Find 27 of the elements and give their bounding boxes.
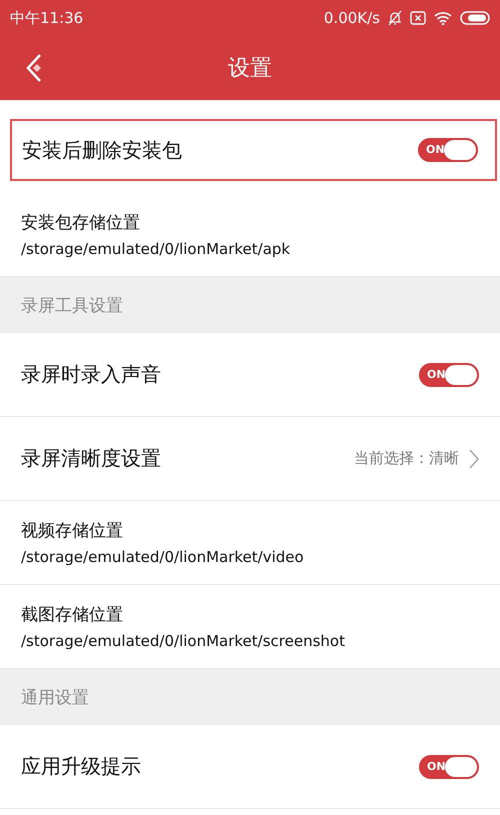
setting-label: 截图存储位置 [21,604,123,626]
toggle-switch[interactable]: ON [419,754,479,778]
wifi-icon [434,11,452,25]
storage-path: /storage/emulated/0/lionMarket/apk [21,240,290,258]
setting-row[interactable]: 录屏清晰度设置 当前选择：清晰 [0,417,500,501]
battery-icon [460,11,490,25]
storage-path: /storage/emulated/0/lionMarket/video [21,548,304,566]
setting-row[interactable]: 视频存储位置 /storage/emulated/0/lionMarket/video [0,501,500,585]
storage-path: /storage/emulated/0/lionMarket/screenshot [21,632,345,650]
setting-label: 录屏时录入声音 [21,361,161,388]
network-speed: 0.00K/s [324,9,380,27]
setting-label: 录屏清晰度设置 [21,445,161,472]
setting-label: 视频存储位置 [21,520,123,542]
current-value: 当前选择：清晰 [354,449,459,468]
chevron-right-icon [469,448,479,468]
toggle-switch[interactable]: ON [419,362,479,386]
section-header: 录屏工具设置 [0,277,500,333]
bell-off-icon [388,10,402,26]
section-header: 通用设置 [0,669,500,725]
status-time: 中午11:36 [10,8,84,28]
back-icon[interactable] [24,53,44,83]
sim-icon [410,11,426,25]
screen-title: 设置 [228,55,272,83]
setting-label: 应用升级提示 [21,753,141,780]
setting-label: 安装包存储位置 [21,212,140,234]
toggle-switch[interactable]: ON [418,138,478,162]
setting-label: 安装后删除安装包 [22,136,182,164]
